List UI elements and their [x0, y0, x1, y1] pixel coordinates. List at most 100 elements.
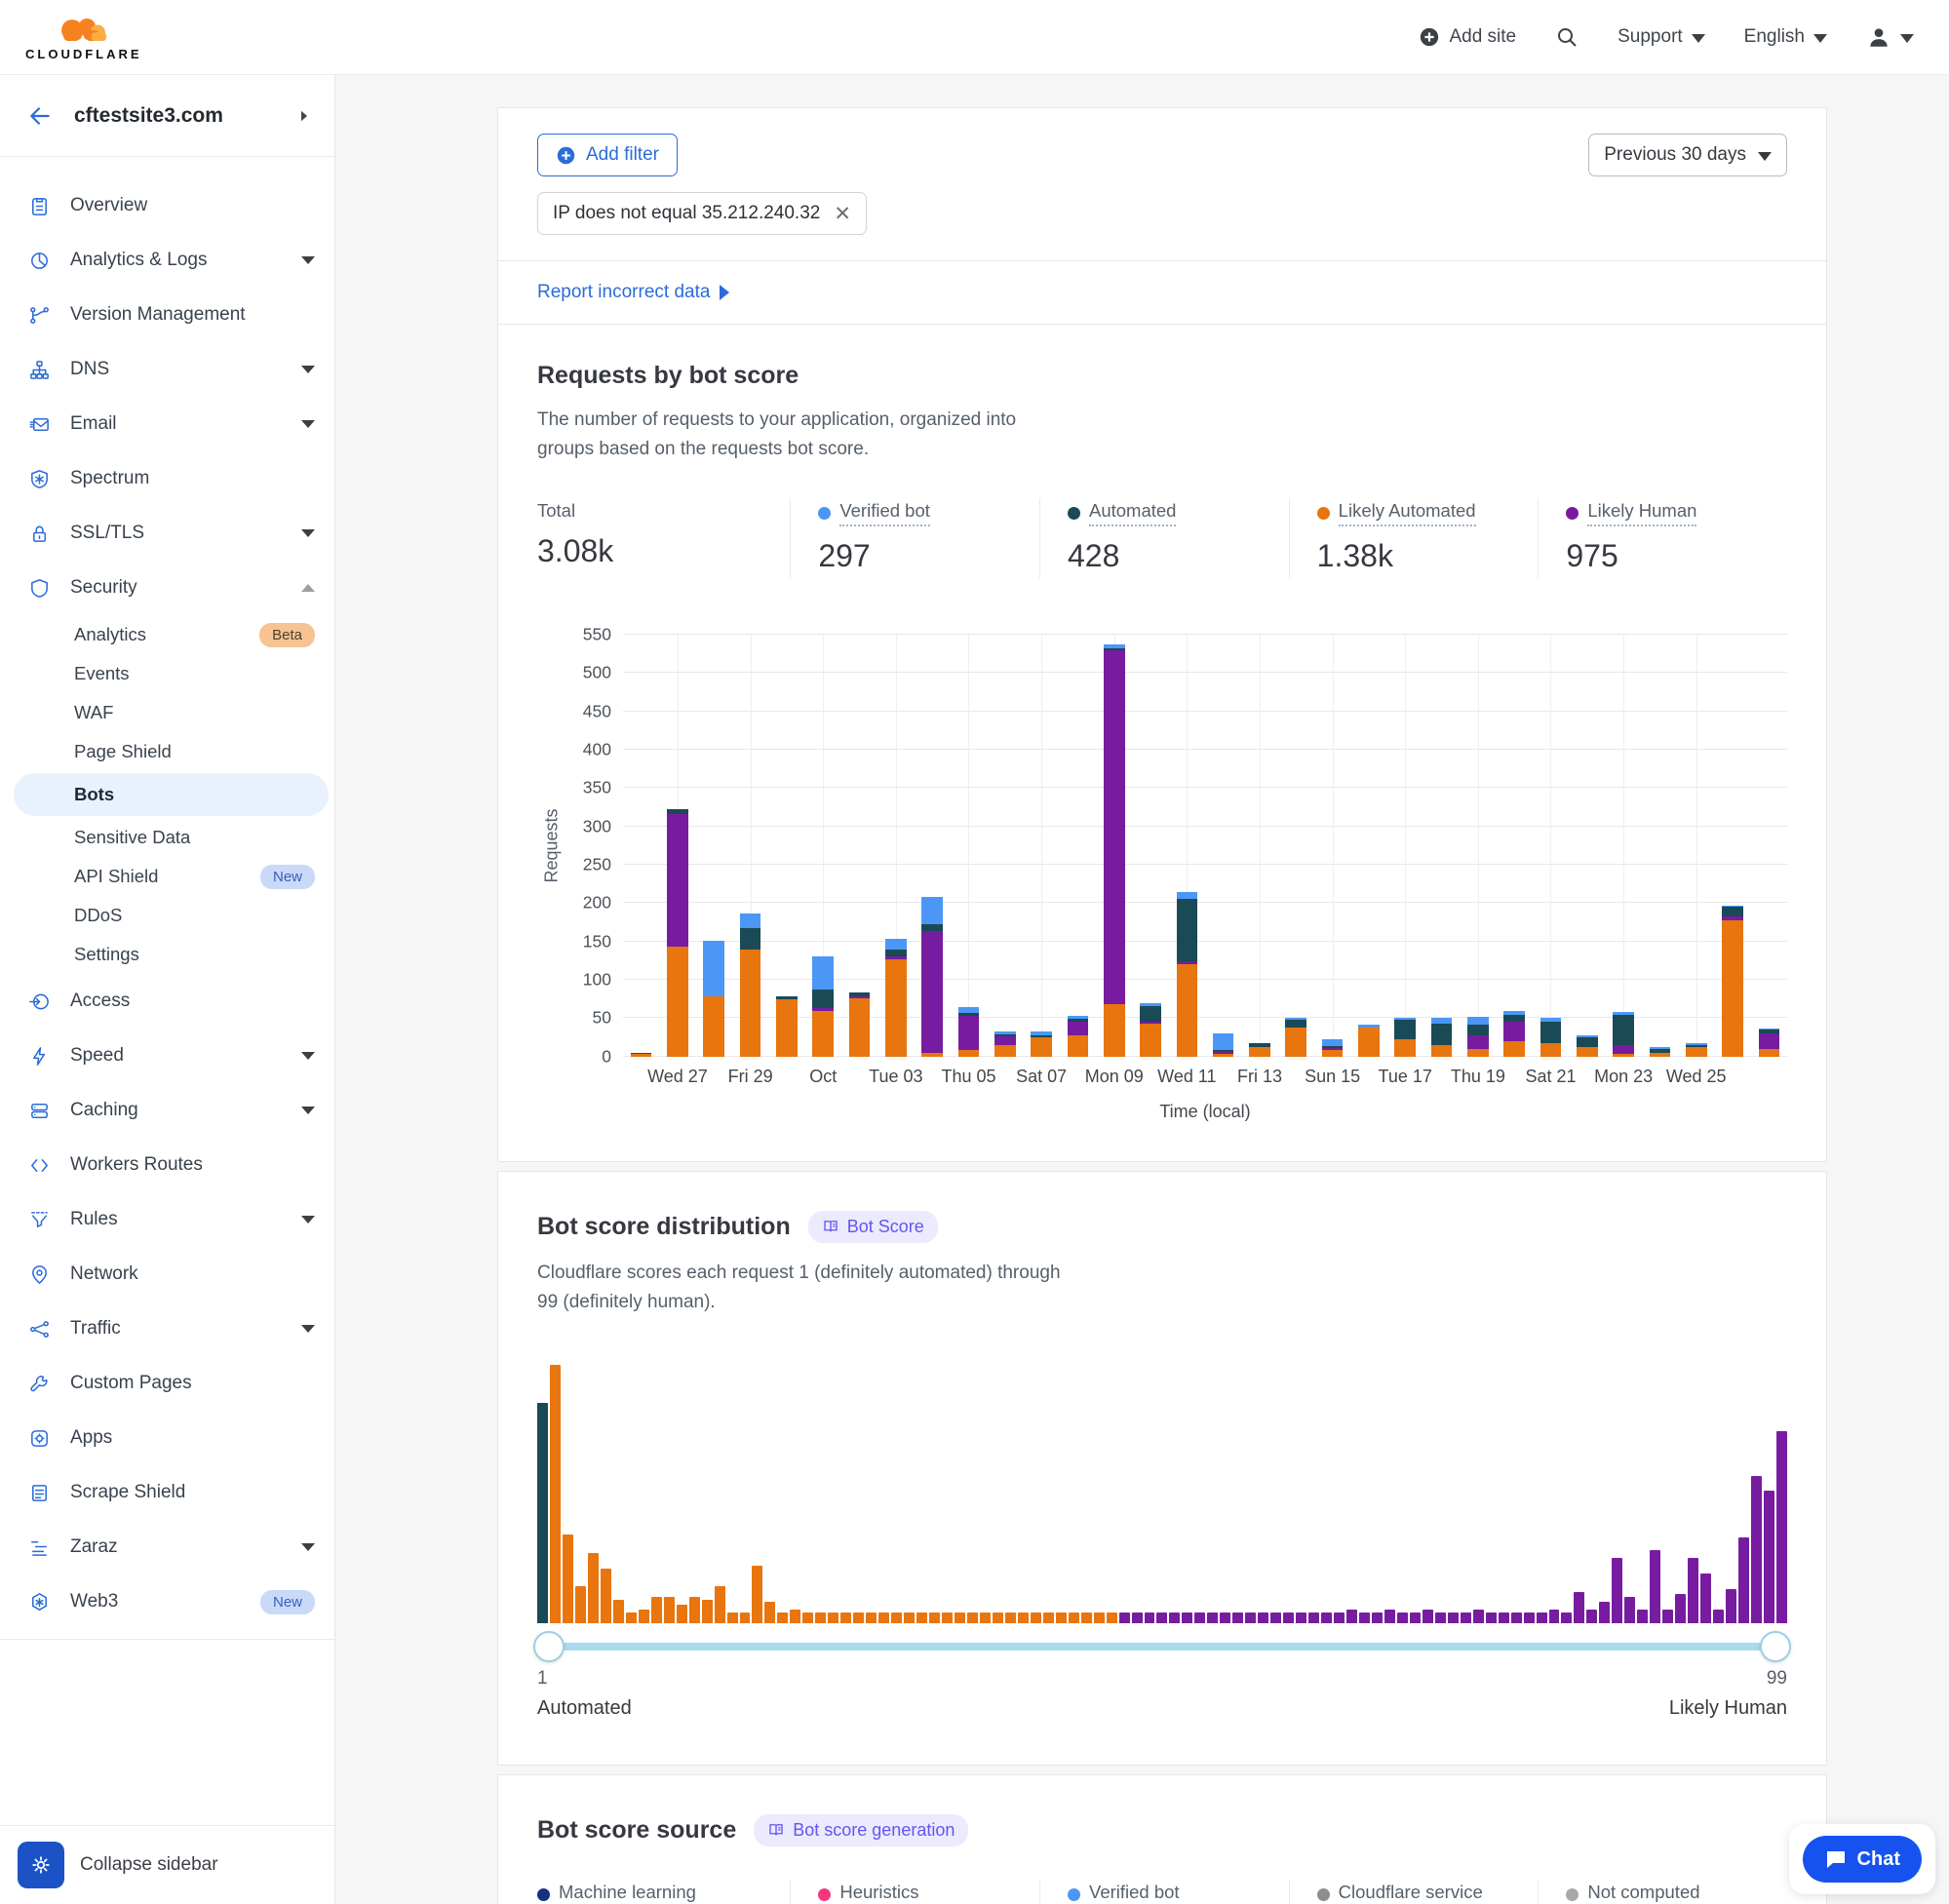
histogram-bar-likely_human: [1738, 1537, 1749, 1622]
add-site-button[interactable]: Add site: [1419, 26, 1516, 48]
slider-handle-min[interactable]: [533, 1631, 565, 1662]
slider-handle-max[interactable]: [1760, 1631, 1791, 1662]
y-axis-title: Requests: [537, 635, 566, 1057]
gridline-v: [1623, 635, 1624, 1057]
stat-label-text[interactable]: Cloudflare service: [1339, 1882, 1483, 1904]
stat-label-text[interactable]: Verified bot: [1089, 1882, 1180, 1904]
sidebar-item-version-management[interactable]: Version Management: [0, 288, 334, 342]
sidebar-item-waf[interactable]: WAF: [0, 693, 334, 732]
stat-label-text[interactable]: Likely Automated: [1339, 500, 1476, 526]
chevron-right-icon[interactable]: [295, 107, 313, 125]
sidebar-item-spectrum[interactable]: Spectrum: [0, 451, 334, 506]
site-name[interactable]: cftestsite3.com: [74, 104, 295, 128]
search-button[interactable]: [1555, 25, 1579, 49]
stat-label-text[interactable]: Verified bot: [839, 500, 930, 526]
histogram-bar-likely_human: [1751, 1476, 1762, 1623]
bar-segment-likely_automated: [1322, 1050, 1344, 1056]
sidebar-item-speed[interactable]: Speed: [0, 1029, 334, 1083]
histogram-bar-likely_automated: [550, 1365, 561, 1623]
histogram-bar-likely_human: [1486, 1613, 1497, 1623]
stat-verified-bot: Verified bot297: [1039, 1880, 1289, 1904]
x-tick-label: Tue 03: [869, 1067, 922, 1087]
sidebar-item-label: Custom Pages: [70, 1373, 315, 1394]
gridline-h: [623, 941, 1787, 942]
support-menu[interactable]: Support: [1618, 26, 1705, 48]
chat-button[interactable]: Chat: [1803, 1836, 1922, 1883]
x-axis-title: Time (local): [623, 1102, 1787, 1122]
sidebar-item-access[interactable]: Access: [0, 974, 334, 1029]
cloudflare-logo[interactable]: CLOUDFLARE: [25, 14, 142, 60]
bar-segment-verified_bot: [703, 941, 724, 996]
sidebar-item-scrape-shield[interactable]: Scrape Shield: [0, 1465, 334, 1520]
stat-label: Likely Automated: [1317, 500, 1476, 526]
sidebar-item-label: Zaraz: [70, 1536, 293, 1558]
histogram-bar-likely_human: [1726, 1589, 1736, 1622]
sidebar-item-settings[interactable]: Settings: [0, 935, 334, 974]
x-tick-label: Sun 15: [1305, 1067, 1360, 1087]
histogram-bar-likely_automated: [1031, 1613, 1041, 1623]
stat-label-text[interactable]: Likely Human: [1587, 500, 1696, 526]
back-arrow-icon[interactable]: [27, 103, 53, 129]
slider-track[interactable]: [543, 1643, 1781, 1651]
stat-label-text[interactable]: Machine learning: [559, 1882, 696, 1904]
chart-bar: [1577, 1035, 1598, 1057]
chevron-down-icon: [301, 1052, 315, 1060]
sidebar-item-ddos[interactable]: DDoS: [0, 896, 334, 935]
stat-label-text[interactable]: Automated: [1089, 500, 1176, 526]
sidebar-item-page-shield[interactable]: Page Shield: [0, 732, 334, 771]
sidebar-item-workers-routes[interactable]: Workers Routes: [0, 1138, 334, 1192]
sidebar-item-api-shield[interactable]: API ShieldNew: [0, 857, 334, 896]
sidebar-item-custom-pages[interactable]: Custom Pages: [0, 1356, 334, 1411]
sidebar-item-bots[interactable]: Bots: [14, 773, 329, 816]
git-branch-icon: [27, 303, 51, 327]
bot-score-badge[interactable]: Bot Score: [808, 1211, 938, 1243]
preferences-button[interactable]: [18, 1842, 64, 1888]
language-menu[interactable]: English: [1744, 26, 1827, 48]
gridline-v: [1333, 635, 1334, 1057]
histogram-bar-likely_human: [1359, 1613, 1370, 1623]
collapse-sidebar-button[interactable]: Collapse sidebar: [80, 1854, 218, 1876]
stat-value: 975: [1566, 538, 1787, 574]
legend-dot: [537, 1888, 550, 1901]
account-menu[interactable]: [1866, 24, 1914, 50]
sidebar-item-overview[interactable]: Overview: [0, 178, 334, 233]
bar-segment-likely_automated: [1686, 1047, 1707, 1057]
sidebar-item-traffic[interactable]: Traffic: [0, 1302, 334, 1356]
report-incorrect-data-link[interactable]: Report incorrect data: [537, 282, 729, 303]
histogram-bar-likely_human: [1410, 1613, 1421, 1623]
arrow-right-icon: [720, 285, 729, 300]
sidebar-item-ssl-tls[interactable]: SSL/TLS: [0, 506, 334, 561]
sidebar-item-analytics-logs[interactable]: Analytics & Logs: [0, 233, 334, 288]
sidebar-item-email[interactable]: Email: [0, 397, 334, 451]
bar-segment-likely_automated: [1540, 1043, 1562, 1057]
sidebar-item-apps[interactable]: Apps: [0, 1411, 334, 1465]
sidebar-item-rules[interactable]: Rules: [0, 1192, 334, 1247]
histogram-bar-likely_automated: [853, 1613, 864, 1623]
date-range-dropdown[interactable]: Previous 30 days: [1588, 134, 1787, 176]
histogram-bar-likely_automated: [588, 1553, 599, 1623]
sidebar-item-events[interactable]: Events: [0, 654, 334, 693]
remove-filter-icon[interactable]: ✕: [834, 204, 851, 224]
sidebar-item-network[interactable]: Network: [0, 1247, 334, 1302]
stat-machine-learning: Machine learning2.27k: [537, 1880, 790, 1904]
sidebar-item-web3[interactable]: Web3New: [0, 1574, 334, 1629]
chart-bar: [631, 1053, 652, 1057]
bar-segment-automated: [1140, 1006, 1161, 1022]
histogram-bar-likely_human: [1473, 1610, 1484, 1622]
sidebar-item-caching[interactable]: Caching: [0, 1083, 334, 1138]
sidebar-item-sensitive-data[interactable]: Sensitive Data: [0, 818, 334, 857]
x-tick-label: Thu 05: [941, 1067, 995, 1087]
sidebar-item-security[interactable]: Security: [0, 561, 334, 615]
filter-chip[interactable]: IP does not equal 35.212.240.32 ✕: [537, 192, 867, 235]
sidebar-item-analytics[interactable]: AnalyticsBeta: [0, 615, 334, 654]
stat-label-text[interactable]: Not computed: [1587, 1882, 1699, 1904]
stat-label-text[interactable]: Heuristics: [839, 1882, 918, 1904]
sidebar-item-zaraz[interactable]: Zaraz: [0, 1520, 334, 1574]
sidebar-item-label: SSL/TLS: [70, 523, 293, 544]
bot-score-generation-badge[interactable]: Bot score generation: [754, 1814, 968, 1846]
add-filter-button[interactable]: Add filter: [537, 134, 678, 176]
chart-bar: [1503, 1011, 1525, 1057]
stat-label: Heuristics: [818, 1882, 918, 1904]
sidebar-item-dns[interactable]: DNS: [0, 342, 334, 397]
bar-segment-likely_automated: [1394, 1039, 1416, 1056]
